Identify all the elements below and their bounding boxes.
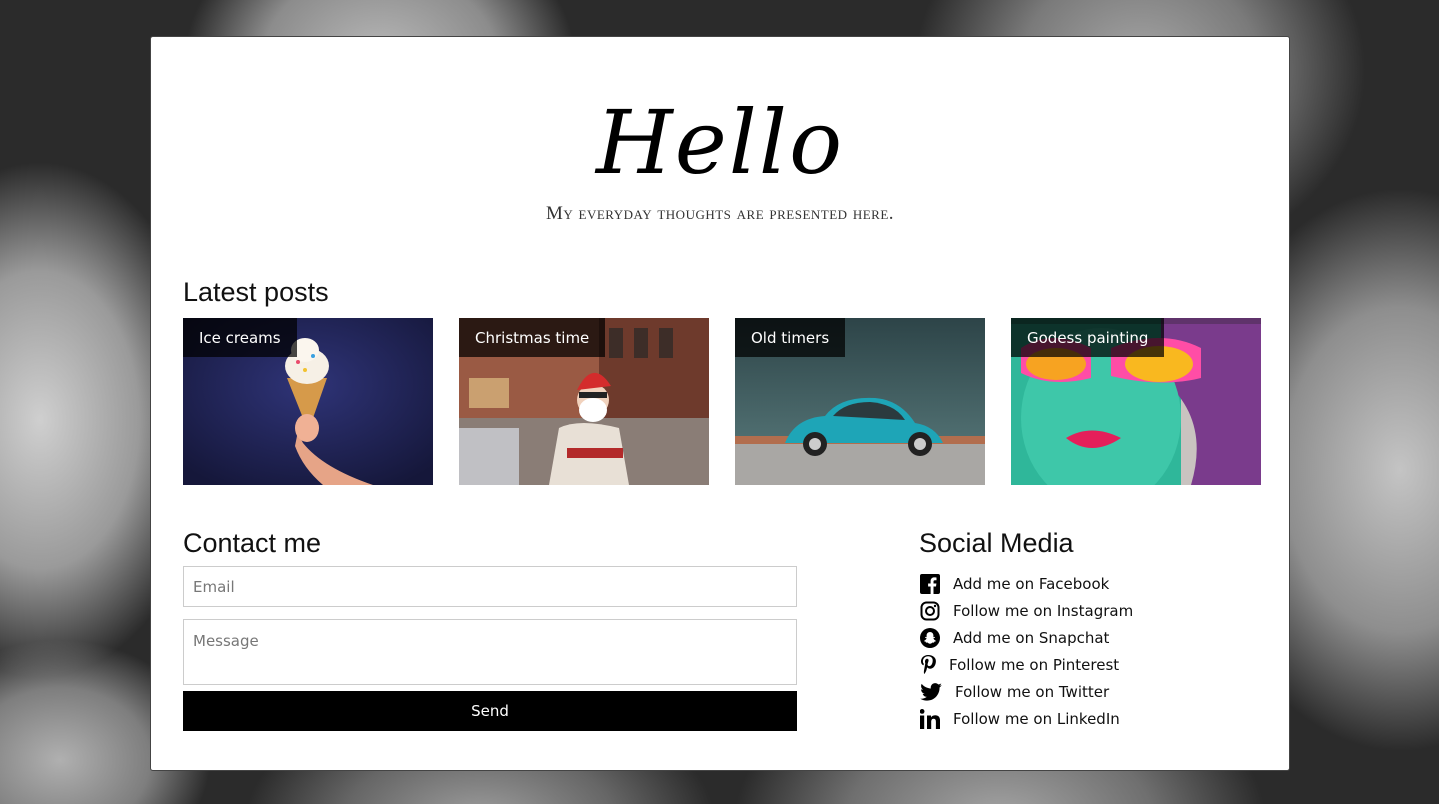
post-label: Ice creams	[183, 318, 297, 357]
latest-posts-heading: Latest posts	[183, 277, 329, 307]
latest-posts-grid: Ice creams Christmas time Old timers God…	[183, 318, 1262, 485]
pinterest-icon	[919, 654, 937, 676]
social-media-heading: Social Media	[919, 528, 1074, 558]
facebook-icon	[919, 573, 941, 595]
post-label: Old timers	[735, 318, 846, 357]
social-link-instagram[interactable]: Follow me on Instagram	[919, 597, 1133, 624]
social-link-linkedin[interactable]: Follow me on LinkedIn	[919, 705, 1133, 732]
instagram-icon	[919, 600, 941, 622]
contact-heading: Contact me	[183, 528, 322, 558]
social-link-twitter[interactable]: Follow me on Twitter	[919, 678, 1133, 705]
post-card-christmas-time[interactable]: Christmas time	[459, 318, 709, 485]
snapchat-icon	[919, 627, 941, 649]
email-field[interactable]	[183, 566, 797, 607]
contact-form: Send	[183, 566, 797, 731]
post-card-ice-creams[interactable]: Ice creams	[183, 318, 433, 485]
twitter-icon	[919, 681, 943, 703]
message-field[interactable]	[183, 619, 797, 685]
linkedin-icon	[919, 708, 941, 730]
send-button[interactable]: Send	[183, 691, 797, 731]
post-card-old-timers[interactable]: Old timers	[735, 318, 985, 485]
hero-title: Hello	[595, 91, 845, 194]
social-link-facebook[interactable]: Add me on Facebook	[919, 570, 1133, 597]
post-label: Godess painting	[1011, 318, 1165, 357]
social-link-snapchat[interactable]: Add me on Snapchat	[919, 624, 1133, 651]
hero: Hello My everyday thoughts are presented…	[151, 93, 1289, 225]
social-link-label: Add me on Facebook	[953, 574, 1110, 593]
hero-subtitle: My everyday thoughts are presented here.	[545, 203, 895, 224]
social-link-label: Follow me on LinkedIn	[953, 709, 1120, 728]
social-link-pinterest[interactable]: Follow me on Pinterest	[919, 651, 1133, 678]
social-link-label: Add me on Snapchat	[953, 628, 1110, 647]
post-label: Christmas time	[459, 318, 606, 357]
post-card-godess-painting[interactable]: Godess painting	[1011, 318, 1261, 485]
social-media-list: Add me on Facebook Follow me on Instagra…	[919, 570, 1133, 732]
social-link-label: Follow me on Twitter	[955, 682, 1110, 701]
social-link-label: Follow me on Instagram	[953, 601, 1134, 620]
social-link-label: Follow me on Pinterest	[949, 655, 1120, 674]
main-card: Hello My everyday thoughts are presented…	[150, 36, 1290, 771]
